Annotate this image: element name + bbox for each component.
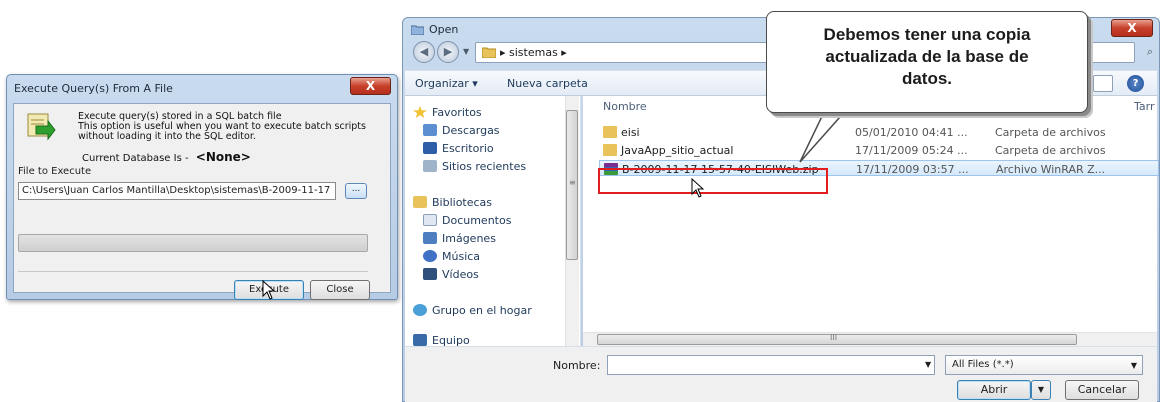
folder-icon	[411, 25, 424, 35]
documents-icon	[423, 214, 437, 226]
nav-label: Escritorio	[442, 141, 494, 155]
file-date: 17/11/2009 05:24 ...	[855, 144, 968, 157]
annotation-callout: Debemos tener una copia actualizada de l…	[766, 11, 1088, 113]
view-toggle-icon[interactable]	[1093, 75, 1113, 92]
file-type: Carpeta de archivos	[995, 126, 1106, 139]
nav-bibliotecas[interactable]: Bibliotecas	[413, 194, 492, 210]
progress-bar	[18, 234, 368, 252]
close-icon[interactable]: X	[350, 77, 391, 95]
nav-label: Imágenes	[442, 231, 496, 245]
title-bar: Execute Query(s) From A File X	[7, 75, 397, 103]
dialog-title: Open	[429, 23, 459, 36]
navigation-pane: Favoritos Descargas Escritorio Sitios re…	[405, 96, 581, 347]
chevron-down-icon: ▼	[1130, 361, 1137, 370]
nav-item-imagenes[interactable]: Imágenes	[423, 230, 496, 246]
new-folder-button[interactable]: Nueva carpeta	[507, 77, 588, 90]
column-header-truncated[interactable]: Tarr	[1134, 100, 1155, 113]
dialog-title: Execute Query(s) From A File	[14, 82, 173, 95]
highlight-box	[598, 168, 828, 194]
chevron-down-icon[interactable]: ▼	[925, 360, 931, 369]
libraries-icon	[413, 196, 427, 208]
star-icon	[413, 106, 427, 118]
file-name: JavaApp_sitio_actual	[621, 144, 734, 157]
nav-label: Música	[442, 249, 481, 263]
forward-arrow-icon[interactable]: ▶	[437, 41, 459, 63]
folder-icon	[603, 126, 617, 138]
file-type: Carpeta de archivos	[995, 144, 1106, 157]
back-arrow-icon[interactable]: ◀	[413, 41, 435, 63]
file-path-input[interactable]: C:\Users\Juan Carlos Mantilla\Desktop\si…	[18, 182, 336, 200]
recent-locations-dropdown[interactable]: ▼	[463, 47, 469, 56]
search-icon[interactable]: ⌕	[1147, 45, 1153, 59]
nav-item-descargas[interactable]: Descargas	[423, 122, 500, 138]
nav-item-documentos[interactable]: Documentos	[423, 212, 511, 228]
file-date: 05/01/2010 04:41 ...	[855, 126, 968, 139]
desktop-icon	[423, 142, 437, 154]
nav-label: Equipo	[432, 333, 470, 347]
file-to-execute-label: File to Execute	[18, 166, 92, 177]
open-button[interactable]: Abrir	[957, 380, 1031, 400]
divider	[18, 271, 368, 272]
pictures-icon	[423, 232, 437, 244]
nav-label: Favoritos	[432, 105, 482, 119]
horizontal-scrollbar-thumb[interactable]: III	[597, 333, 1077, 345]
nav-label: Documentos	[442, 213, 512, 227]
nav-favorites[interactable]: Favoritos	[413, 104, 482, 120]
current-database: Current Database Is - <None>	[82, 150, 251, 164]
run-script-icon	[27, 113, 56, 141]
filename-label: Nombre:	[553, 359, 601, 372]
help-icon[interactable]: ?	[1127, 75, 1144, 92]
callout-tail	[799, 108, 850, 163]
current-db-label: Current Database Is -	[82, 153, 189, 164]
folder-icon	[603, 144, 617, 156]
nav-item-videos[interactable]: Vídeos	[423, 266, 479, 282]
downloads-icon	[423, 124, 437, 136]
filename-input[interactable]	[607, 355, 935, 375]
nav-item-musica[interactable]: Música	[423, 248, 480, 264]
homegroup-icon	[413, 304, 427, 316]
close-icon[interactable]: X	[1111, 19, 1153, 37]
file-row[interactable]: JavaApp_sitio_actual 17/11/2009 05:24 ..…	[599, 142, 1159, 158]
execute-query-dialog: Execute Query(s) From A File X Execute q…	[6, 74, 398, 300]
file-row[interactable]: eisi 05/01/2010 04:41 ... Carpeta de arc…	[599, 124, 1159, 140]
organize-menu[interactable]: Organizar ▾	[415, 77, 478, 90]
scroll-grip: ≡	[569, 178, 576, 187]
recent-places-icon	[423, 160, 437, 172]
dialog-footer: Nombre: ▼ All Files (*.*) ▼ Abrir ▼ Canc…	[405, 346, 1157, 402]
callout-line: actualizada de la base de	[825, 47, 1029, 66]
mouse-cursor-icon	[262, 280, 276, 300]
nav-label: Bibliotecas	[432, 195, 493, 209]
callout-line: datos.	[901, 69, 953, 88]
nav-item-escritorio[interactable]: Escritorio	[423, 140, 494, 156]
dialog-body: Execute query(s) stored in a SQL batch f…	[13, 103, 391, 300]
desc-line: without loading it into the SQL editor.	[78, 131, 256, 142]
current-db-value: <None>	[195, 150, 251, 164]
file-type: Archivo WinRAR Z...	[996, 163, 1106, 176]
mouse-cursor-icon	[691, 178, 705, 198]
close-button[interactable]: Close	[310, 280, 370, 300]
nav-item-sitios-recientes[interactable]: Sitios recientes	[423, 158, 526, 174]
cancel-button[interactable]: Cancelar	[1065, 380, 1139, 400]
file-type-value: All Files (*.*)	[952, 359, 1014, 370]
file-type-select[interactable]: All Files (*.*) ▼	[945, 355, 1143, 375]
music-icon	[423, 250, 437, 262]
nav-label: Grupo en el hogar	[432, 303, 532, 317]
nav-label: Descargas	[442, 123, 500, 137]
computer-icon	[413, 334, 427, 346]
file-date: 17/11/2009 03:57 ...	[856, 163, 969, 176]
nav-label: Sitios recientes	[442, 159, 527, 173]
open-options-dropdown[interactable]: ▼	[1031, 380, 1051, 400]
nav-label: Vídeos	[442, 267, 479, 281]
file-name: eisi	[621, 126, 640, 139]
dialog-description: Execute query(s) stored in a SQL batch f…	[78, 112, 366, 142]
browse-button[interactable]: ...	[345, 183, 367, 199]
scroll-grip: III	[830, 333, 838, 342]
file-list: Nombre Tarr eisi 05/01/2010 04:41 ... Ca…	[583, 96, 1159, 346]
videos-icon	[423, 268, 437, 280]
breadcrumb[interactable]: ▸ sistemas ▸	[500, 46, 567, 59]
callout-line: Debemos tener una copia	[823, 25, 1031, 44]
column-header-name[interactable]: Nombre	[603, 100, 647, 113]
folder-icon	[482, 47, 496, 58]
nav-homegroup[interactable]: Grupo en el hogar	[413, 302, 532, 318]
